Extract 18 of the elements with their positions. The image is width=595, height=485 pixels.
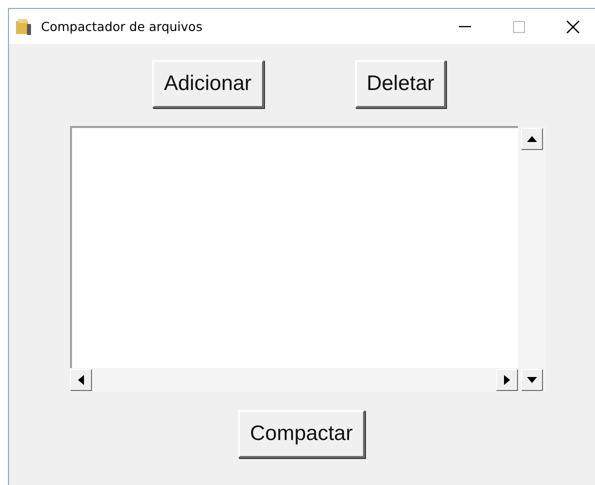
scroll-right-button[interactable] (496, 369, 518, 391)
horizontal-scrollbar[interactable] (70, 368, 518, 392)
window-title: Compactador de arquivos (41, 19, 204, 34)
triangle-down-icon (527, 377, 537, 383)
scroll-left-button[interactable] (70, 369, 92, 391)
triangle-right-icon (504, 375, 510, 385)
close-icon (566, 20, 580, 34)
action-button[interactable]: Deletar (354, 60, 446, 108)
scroll-up-button[interactable] (521, 128, 543, 150)
triangle-up-icon (527, 136, 537, 142)
minimize-icon (459, 26, 471, 28)
compress-button[interactable]: Compactar (238, 410, 365, 458)
scroll-down-button[interactable] (521, 369, 543, 391)
vertical-scrollbar[interactable] (518, 126, 546, 368)
folder-icon (15, 18, 33, 36)
triangle-left-icon (78, 375, 84, 385)
maximize-icon (513, 20, 525, 32)
action-button[interactable]: Adicionar (152, 60, 264, 108)
